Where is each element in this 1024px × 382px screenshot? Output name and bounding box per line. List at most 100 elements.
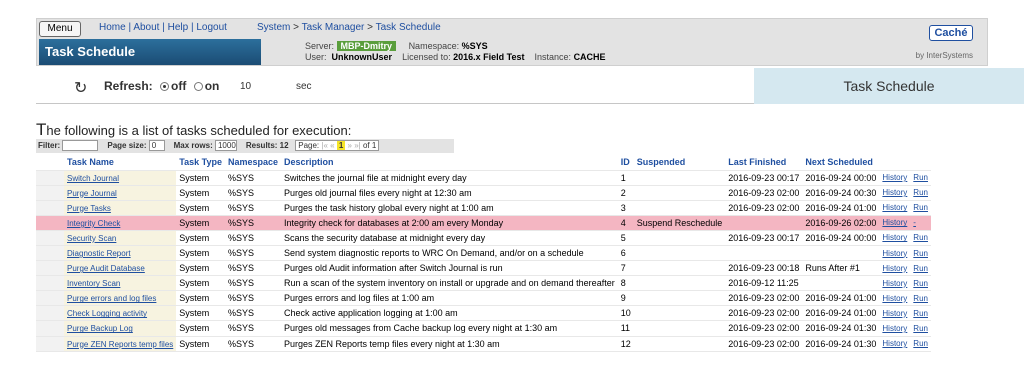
instance-value: CACHE <box>573 52 606 62</box>
task-name-link[interactable]: Purge errors and log files <box>64 290 177 307</box>
task-name-anchor[interactable]: Diagnostic Report <box>67 249 131 258</box>
last-finished-cell: 2016-09-23 02:00 <box>725 185 803 201</box>
task-name-link[interactable]: Purge Tasks <box>64 200 177 216</box>
task-name-link[interactable]: Diagnostic Report <box>64 245 177 262</box>
history-link[interactable]: History <box>879 200 911 216</box>
refresh-interval[interactable]: 10 <box>240 81 251 92</box>
task-name-link[interactable]: Purge Journal <box>64 185 177 201</box>
history-link[interactable]: History <box>879 215 911 231</box>
task-name-anchor[interactable]: Purge Journal <box>67 189 117 198</box>
current-page[interactable]: 1 <box>336 141 346 151</box>
run-link[interactable]: Run <box>910 275 931 292</box>
history-link[interactable]: History <box>879 260 911 277</box>
refresh-unit: sec <box>296 81 312 92</box>
page-size-input[interactable]: 0 <box>148 140 165 152</box>
task-name-anchor[interactable]: Security Scan <box>67 234 116 243</box>
run-link[interactable]: Run <box>910 290 931 307</box>
col-id[interactable]: ID <box>617 155 634 171</box>
results-count: Results: 12 <box>245 141 289 150</box>
run-link[interactable]: Run <box>910 336 931 352</box>
run-link[interactable]: Run <box>910 320 931 337</box>
breadcrumb-system[interactable]: System <box>257 22 290 33</box>
history-link[interactable]: History <box>879 230 911 246</box>
run-link[interactable]: Run <box>910 245 931 262</box>
col-last-finished[interactable]: Last Finished <box>725 155 803 171</box>
col-task-type[interactable]: Task Type <box>176 155 225 171</box>
history-link[interactable]: History <box>879 336 911 352</box>
namespace-cell: %SYS <box>224 215 281 231</box>
last-page-button[interactable]: »| <box>354 141 361 150</box>
refresh-on-radio[interactable] <box>193 82 203 91</box>
task-name-anchor[interactable]: Purge Audit Database <box>67 264 145 273</box>
history-link[interactable]: History <box>879 170 911 186</box>
task-name-link[interactable]: Check Logging activity <box>64 305 177 322</box>
breadcrumb-task-schedule[interactable]: Task Schedule <box>376 22 441 33</box>
filter-input[interactable] <box>62 140 99 152</box>
home-link[interactable]: Home <box>99 22 126 33</box>
run-link[interactable]: Run <box>910 170 931 186</box>
history-link[interactable]: History <box>879 245 911 262</box>
col-task-name[interactable]: Task Name <box>64 155 177 171</box>
history-link[interactable]: History <box>879 275 911 292</box>
task-name-link[interactable]: Switch Journal <box>64 170 177 186</box>
id-cell: 11 <box>617 320 634 337</box>
task-name-anchor[interactable]: Integrity Check <box>67 219 120 228</box>
help-link[interactable]: Help <box>168 22 189 33</box>
run-link[interactable]: Run <box>910 185 931 201</box>
row-spacer <box>36 260 64 277</box>
prev-page-button[interactable]: « <box>330 141 334 150</box>
task-name-link[interactable]: Purge Backup Log <box>64 320 177 337</box>
task-name-anchor[interactable]: Purge ZEN Reports temp files <box>67 340 173 349</box>
next-scheduled-cell <box>802 275 880 292</box>
task-name-anchor[interactable]: Purge Backup Log <box>67 324 133 333</box>
history-link[interactable]: History <box>879 290 911 307</box>
table-row: Diagnostic Report System %SYS Send system d… <box>36 245 931 262</box>
task-type-cell: System <box>176 215 225 231</box>
task-name-link[interactable]: Purge Audit Database <box>64 260 177 277</box>
col-suspended[interactable]: Suspended <box>633 155 726 171</box>
run-link[interactable]: Run <box>910 305 931 322</box>
task-name-link[interactable]: Purge ZEN Reports temp files <box>64 336 177 352</box>
logout-link[interactable]: Logout <box>196 22 227 33</box>
filter-label: Filter: <box>38 141 61 150</box>
first-page-button[interactable]: |« <box>321 141 328 150</box>
right-panel-title: Task Schedule <box>843 78 935 94</box>
row-spacer <box>36 336 64 352</box>
col-namespace[interactable]: Namespace <box>224 155 281 171</box>
run-link[interactable]: - <box>910 215 931 231</box>
run-link[interactable]: Run <box>910 200 931 216</box>
task-name-link[interactable]: Security Scan <box>64 230 177 246</box>
task-name-link[interactable]: Integrity Check <box>64 215 177 231</box>
breadcrumb-task-manager[interactable]: Task Manager <box>302 22 365 33</box>
task-name-anchor[interactable]: Purge Tasks <box>67 204 111 213</box>
refresh-off-radio[interactable] <box>160 82 170 91</box>
namespace-cell: %SYS <box>224 230 281 246</box>
run-link[interactable]: Run <box>910 230 931 246</box>
history-link[interactable]: History <box>879 185 911 201</box>
table-row: Check Logging activity System %SYS Check ac… <box>36 305 931 322</box>
col-description[interactable]: Description <box>281 155 618 171</box>
task-name-link[interactable]: Inventory Scan <box>64 275 177 292</box>
refresh-icon[interactable]: ↻ <box>74 78 87 98</box>
cache-logo: Caché <box>929 25 973 41</box>
task-name-anchor[interactable]: Purge errors and log files <box>67 294 156 303</box>
run-link[interactable]: Run <box>910 260 931 277</box>
col-next-scheduled[interactable]: Next Scheduled <box>802 155 880 171</box>
breadcrumb-arrow: > <box>367 22 374 33</box>
row-spacer <box>36 185 64 201</box>
about-link[interactable]: About <box>133 22 159 33</box>
col-history <box>879 155 911 171</box>
max-rows-input[interactable]: 1000 <box>214 140 237 152</box>
task-name-anchor[interactable]: Switch Journal <box>67 174 119 183</box>
page-title: Task Schedule <box>39 39 261 65</box>
menu-button[interactable]: Menu <box>39 21 81 37</box>
history-link[interactable]: History <box>879 305 911 322</box>
task-name-anchor[interactable]: Inventory Scan <box>67 279 120 288</box>
row-spacer <box>36 305 64 322</box>
next-page-button[interactable]: » <box>348 141 352 150</box>
last-finished-cell <box>725 245 803 262</box>
history-link[interactable]: History <box>879 320 911 337</box>
description-cell: Send system diagnostic reports to WRC On… <box>281 245 618 262</box>
task-name-anchor[interactable]: Check Logging activity <box>67 309 147 318</box>
namespace-cell: %SYS <box>224 320 281 337</box>
